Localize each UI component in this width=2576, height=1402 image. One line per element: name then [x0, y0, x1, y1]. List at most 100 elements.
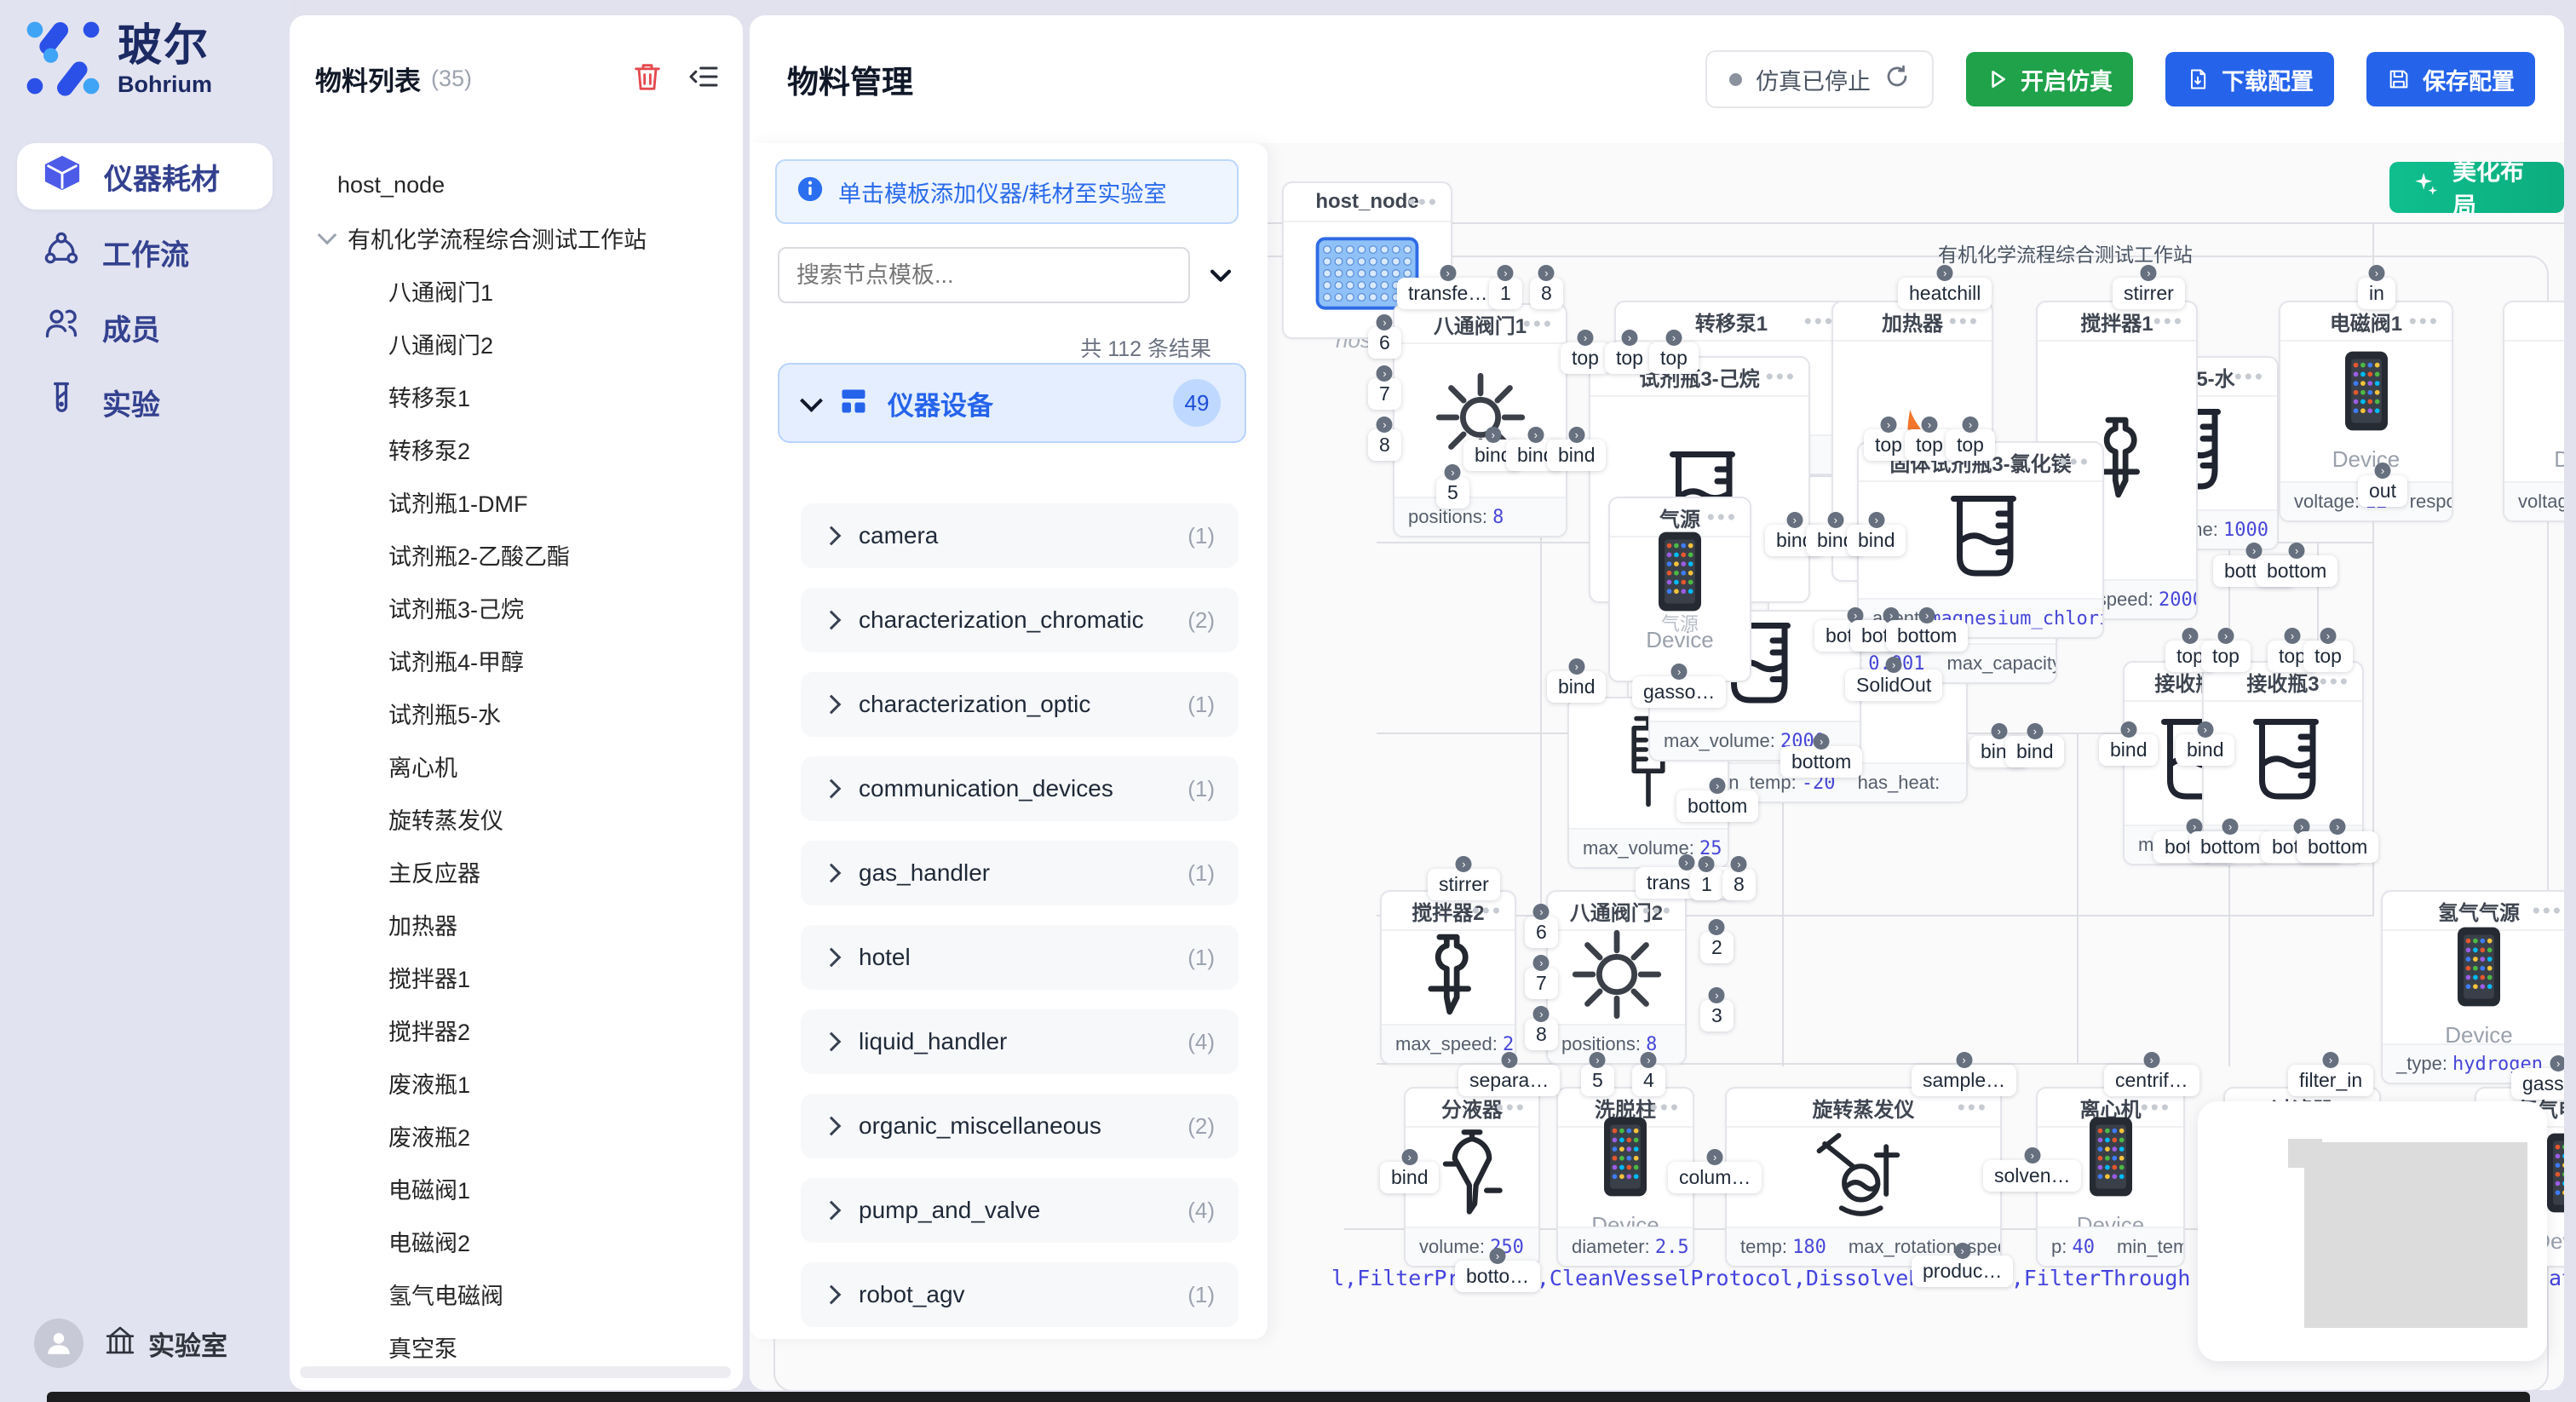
port-dot-icon[interactable]: ›	[1868, 512, 1884, 528]
port-dot-icon[interactable]: ›	[1954, 1243, 1970, 1259]
tree-item[interactable]: 旋转蒸发仪	[290, 792, 743, 845]
port-chip-1[interactable]: ›1	[1489, 278, 1522, 309]
port-dot-icon[interactable]: ›	[1886, 657, 1902, 673]
port-chip-botto[interactable]: ›botto…	[1455, 1261, 1540, 1292]
port-dot-icon[interactable]: ›	[1527, 427, 1544, 443]
beautify-layout-button[interactable]: 美化布局	[2389, 162, 2564, 213]
port-chip-SolidOut[interactable]: ›SolidOut	[1845, 669, 1942, 701]
port-dot-icon[interactable]: ›	[2024, 1147, 2040, 1164]
port-chip-1[interactable]: ›1	[1690, 869, 1723, 900]
tree-item[interactable]: 主反应器	[290, 845, 743, 898]
port-chip-7[interactable]: ›7	[1368, 378, 1401, 410]
port-dot-icon[interactable]: ›	[1710, 778, 1726, 794]
more-icon[interactable]: •••	[1408, 189, 1439, 215]
tree-scrollbar[interactable]	[300, 1366, 731, 1378]
port-dot-icon[interactable]: ›	[1709, 919, 1725, 935]
more-icon[interactable]: •••	[1804, 308, 1835, 335]
port-dot-icon[interactable]: ›	[1377, 417, 1393, 433]
port-chip-bind[interactable]: ›bind	[2005, 736, 2064, 767]
port-dot-icon[interactable]: ›	[1498, 265, 1514, 281]
port-dot-icon[interactable]: ›	[1568, 427, 1584, 443]
category-row-characterization_optic[interactable]: characterization_optic(1)	[801, 672, 1239, 737]
port-dot-icon[interactable]: ›	[1956, 1052, 1972, 1068]
port-chip-separa[interactable]: ›separa…	[1458, 1065, 1560, 1096]
more-icon[interactable]: •••	[2409, 308, 2440, 335]
tree-item[interactable]: 搅拌器1	[290, 951, 743, 1003]
more-icon[interactable]: •••	[1958, 1095, 1988, 1121]
tree-item[interactable]: 离心机	[290, 739, 743, 792]
tree-item[interactable]: 试剂瓶4-甲醇	[290, 634, 743, 687]
port-chip-6[interactable]: ›6	[1368, 327, 1401, 359]
node-header[interactable]: host_node•••	[1284, 183, 1451, 222]
port-chip-top[interactable]: ›top	[2303, 641, 2353, 672]
port-chip-stirrer[interactable]: ›stirrer	[2113, 278, 2185, 309]
tree-item[interactable]: 真空泵	[290, 1320, 743, 1373]
port-chip-bottom[interactable]: ›bottom	[1676, 790, 1758, 822]
port-chip-8[interactable]: ›8	[1722, 869, 1756, 900]
port-dot-icon[interactable]: ›	[1991, 723, 2007, 739]
tree-item[interactable]: 试剂瓶2-乙酸乙酯	[290, 528, 743, 581]
port-dot-icon[interactable]: ›	[1533, 1006, 1550, 1022]
node-header[interactable]: 转移泵1•••	[1616, 302, 1847, 342]
port-dot-icon[interactable]: ›	[1919, 607, 1935, 623]
port-chip-top[interactable]: ›top	[1561, 342, 1610, 374]
sim-status-pill[interactable]: 仿真已停止	[1705, 50, 1934, 108]
tree-item[interactable]: 转移泵1	[290, 370, 743, 422]
more-icon[interactable]: •••	[2060, 449, 2090, 475]
port-chip-5[interactable]: ›5	[1581, 1065, 1614, 1096]
port-chip-bottom[interactable]: ›bottom	[1780, 746, 1862, 778]
port-dot-icon[interactable]: ›	[1880, 417, 1896, 433]
port-dot-icon[interactable]: ›	[2027, 723, 2043, 739]
port-chip-bind[interactable]: ›bind	[1380, 1162, 1439, 1193]
port-chip-bind[interactable]: ›bind	[1547, 671, 1606, 703]
port-chip-heatchill[interactable]: ›heatchill	[1898, 278, 1992, 309]
port-chip-8[interactable]: ›8	[1525, 1019, 1558, 1050]
category-row-robot_agv[interactable]: robot_agv(1)	[801, 1262, 1239, 1327]
more-icon[interactable]: •••	[2533, 898, 2563, 924]
tree-item[interactable]: 试剂瓶5-水	[290, 687, 743, 739]
port-dot-icon[interactable]: ›	[1501, 1052, 1517, 1068]
port-dot-icon[interactable]: ›	[1814, 733, 1830, 750]
tree-item[interactable]: 有机化学流程综合测试工作站	[290, 211, 743, 264]
more-icon[interactable]: •••	[1707, 504, 1738, 531]
port-chip-bottom[interactable]: ›bottom	[2297, 831, 2378, 863]
port-chip-gasso[interactable]: ›gasso…	[2511, 1068, 2564, 1100]
node-八通阀门1[interactable]: 八通阀门1•••positions: 8	[1393, 303, 1567, 537]
port-dot-icon[interactable]: ›	[1577, 330, 1593, 346]
port-chip-bottom[interactable]: ›bottom	[2189, 831, 2271, 863]
port-chip-8[interactable]: ›8	[1530, 278, 1563, 309]
port-chip-top[interactable]: ›top	[1946, 429, 1995, 461]
minimap[interactable]	[2198, 1101, 2547, 1361]
more-icon[interactable]: •••	[2234, 364, 2265, 390]
more-icon[interactable]: •••	[1650, 1095, 1681, 1121]
port-dot-icon[interactable]: ›	[1485, 427, 1501, 443]
port-chip-colum[interactable]: ›colum…	[1668, 1162, 1762, 1193]
node-氢气气源[interactable]: 氢气气源•••Device_type: hydrogen_max_pre:	[2381, 890, 2564, 1084]
tree-item[interactable]: 转移泵2	[290, 422, 743, 475]
category-row-organic_miscellaneous[interactable]: organic_miscellaneous(2)	[801, 1094, 1239, 1158]
category-row-characterization_chromatic[interactable]: characterization_chromatic(2)	[801, 588, 1239, 652]
port-dot-icon[interactable]: ›	[1786, 512, 1803, 528]
port-chip-solven[interactable]: ›solven…	[1983, 1160, 2081, 1192]
more-icon[interactable]: •••	[2153, 308, 2184, 335]
port-chip-produc[interactable]: ›produc…	[1912, 1255, 2013, 1287]
search-input[interactable]	[778, 247, 1190, 303]
port-chip-transfe[interactable]: ›transfe…	[1397, 278, 1498, 309]
panel-collapse-icon[interactable]	[1206, 261, 1235, 294]
more-icon[interactable]: •••	[1949, 308, 1980, 335]
more-icon[interactable]: •••	[1642, 898, 1673, 924]
category-row-hotel[interactable]: hotel(1)	[801, 925, 1239, 990]
sidebar-item-instruments[interactable]: 仪器耗材	[17, 143, 273, 210]
lab-entry[interactable]: 实验室	[102, 1322, 227, 1365]
node-气源[interactable]: 气源•••Device气源	[1608, 497, 1751, 682]
node-card[interactable]: •••Devicevoltage: 12	[2503, 301, 2564, 522]
port-chip-4[interactable]: ›4	[1632, 1065, 1665, 1096]
port-chip-6[interactable]: ›6	[1525, 916, 1558, 948]
port-dot-icon[interactable]: ›	[1377, 365, 1393, 382]
port-dot-icon[interactable]: ›	[1921, 417, 1937, 433]
node-header[interactable]: 八通阀门1•••	[1394, 305, 1566, 344]
more-icon[interactable]: •••	[1472, 898, 1503, 924]
tree-item[interactable]: 氢气电磁阀	[290, 1267, 743, 1320]
port-dot-icon[interactable]: ›	[1709, 987, 1725, 1003]
port-dot-icon[interactable]: ›	[1641, 1052, 1657, 1068]
